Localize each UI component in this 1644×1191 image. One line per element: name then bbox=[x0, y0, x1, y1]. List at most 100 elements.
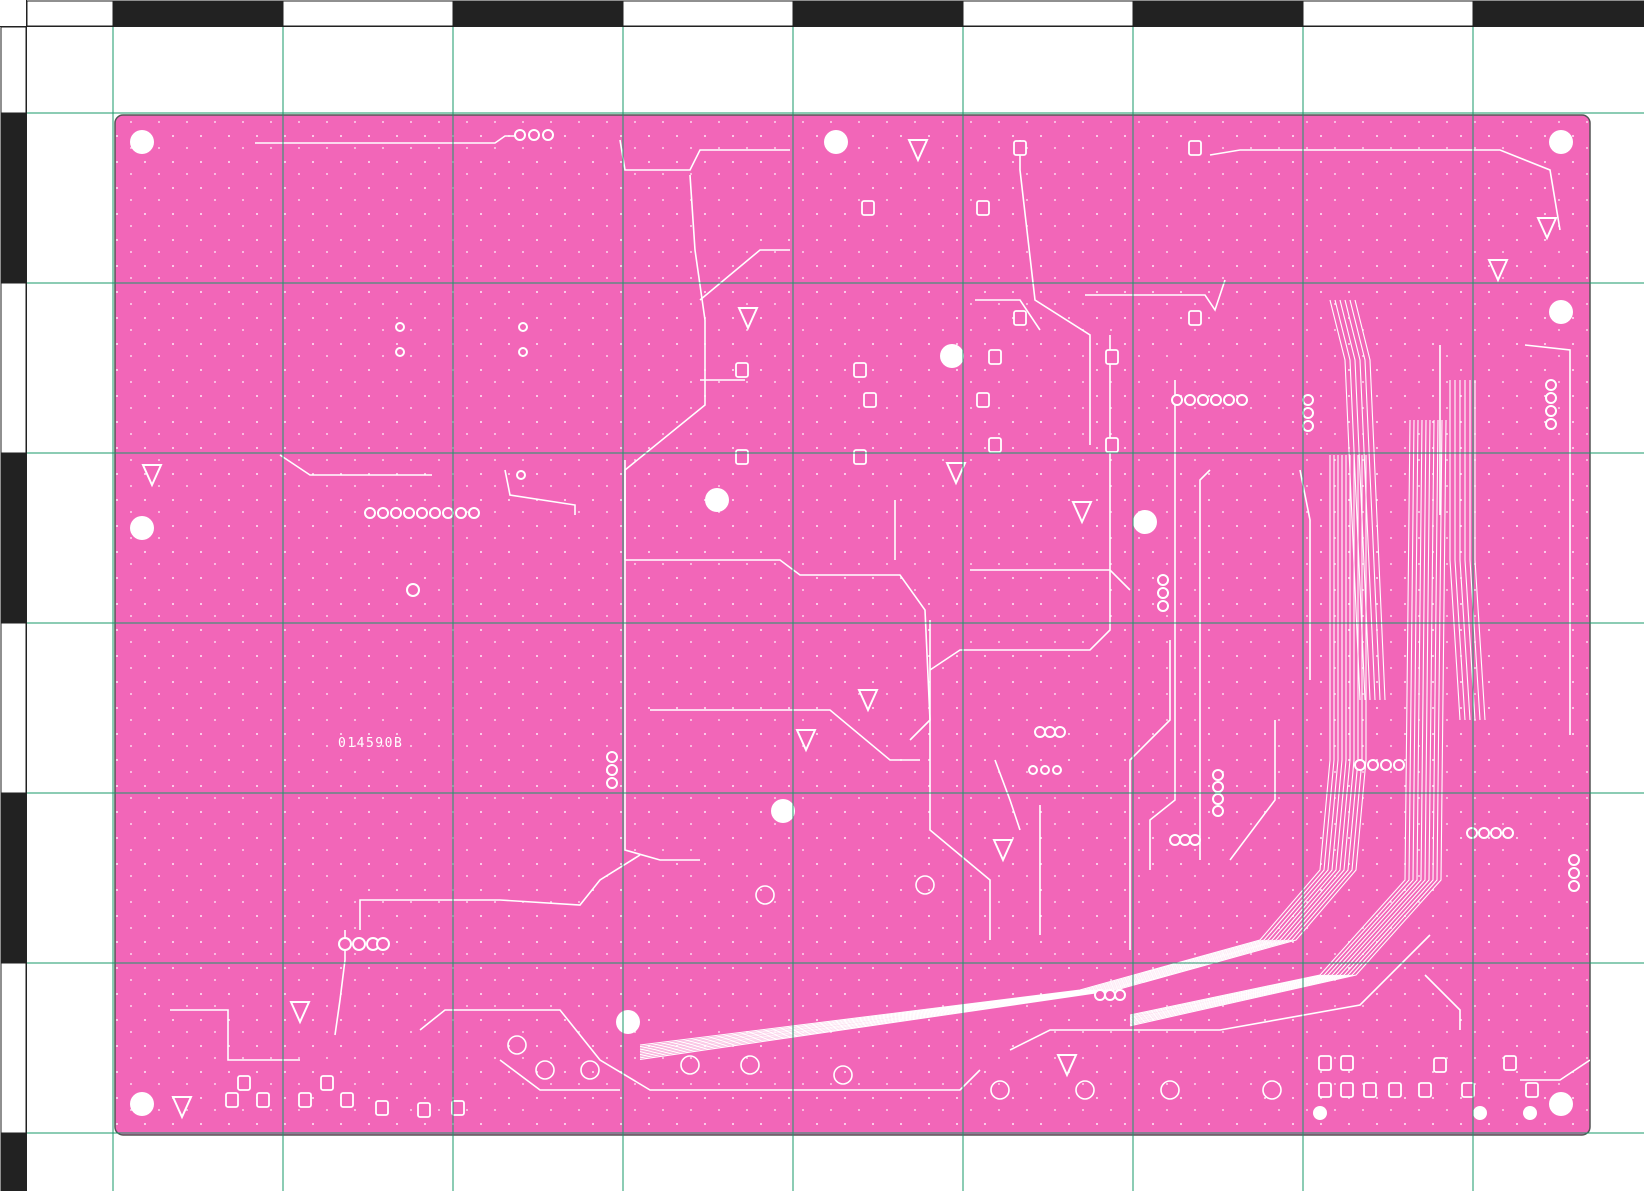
connector-pad bbox=[364, 507, 376, 519]
connector-pad bbox=[1054, 726, 1066, 738]
smd-pad bbox=[1388, 1082, 1402, 1098]
ruler-left-segment bbox=[0, 792, 27, 964]
connector-pad bbox=[1171, 394, 1183, 406]
connector-pad bbox=[1212, 805, 1224, 817]
ruler-left-segment bbox=[0, 962, 27, 1134]
pcb-layer-diagram: 014590B bbox=[0, 0, 1644, 1191]
connector-pad bbox=[376, 937, 390, 951]
mounting-hole bbox=[1523, 1106, 1537, 1120]
smd-pad bbox=[861, 200, 875, 216]
mounting-hole bbox=[1549, 300, 1573, 324]
mounting-hole bbox=[616, 1010, 640, 1034]
connector-pad bbox=[1302, 394, 1314, 406]
mounting-hole bbox=[705, 488, 729, 512]
smd-pad bbox=[1105, 349, 1119, 365]
connector-pad bbox=[1197, 394, 1209, 406]
connector-pad bbox=[377, 507, 389, 519]
connector-pad bbox=[1568, 880, 1580, 892]
connector-pad bbox=[406, 583, 420, 597]
smd-pad bbox=[1340, 1082, 1354, 1098]
board-part-number: 014590B bbox=[338, 736, 403, 751]
mounting-hole bbox=[1549, 1092, 1573, 1116]
connector-pad bbox=[1157, 574, 1169, 586]
connector-pad bbox=[1028, 765, 1038, 775]
ruler-top-segment bbox=[622, 0, 794, 27]
connector-pad bbox=[1545, 418, 1557, 430]
smd-pad bbox=[1363, 1082, 1377, 1098]
mounting-hole bbox=[1133, 510, 1157, 534]
connector-pad bbox=[1354, 759, 1366, 771]
connector-pad bbox=[606, 764, 618, 776]
ruler-top-segment bbox=[792, 0, 964, 27]
smd-pad bbox=[1105, 437, 1119, 453]
smd-pad bbox=[1525, 1082, 1539, 1098]
smd-pad bbox=[1433, 1057, 1447, 1073]
ruler-top-segment bbox=[452, 0, 624, 27]
connector-pad bbox=[1189, 834, 1201, 846]
connector-pad bbox=[1545, 405, 1557, 417]
connector-pad bbox=[1040, 765, 1050, 775]
connector-pad bbox=[1502, 827, 1514, 839]
connector-pad bbox=[1466, 827, 1478, 839]
smd-pad bbox=[340, 1092, 354, 1108]
ruler-left-segment bbox=[0, 622, 27, 794]
connector-pad bbox=[1157, 587, 1169, 599]
connector-pad bbox=[514, 129, 526, 141]
connector-pad bbox=[528, 129, 540, 141]
smd-pad bbox=[988, 349, 1002, 365]
connector-pad bbox=[1302, 407, 1314, 419]
connector-pad bbox=[1094, 989, 1106, 1001]
smd-pad bbox=[237, 1075, 251, 1091]
top-ruler bbox=[0, 0, 1644, 27]
smd-pad bbox=[1461, 1082, 1475, 1098]
connector-pad bbox=[1223, 394, 1235, 406]
connector-pad bbox=[1393, 759, 1405, 771]
connector-pad bbox=[1104, 989, 1116, 1001]
connector-pad bbox=[1179, 834, 1191, 846]
ruler-top-segment bbox=[1302, 0, 1474, 27]
smd-pad bbox=[1013, 140, 1027, 156]
connector-pad bbox=[1380, 759, 1392, 771]
smd-pad bbox=[1188, 140, 1202, 156]
via-pad bbox=[395, 322, 405, 332]
smd-pad bbox=[298, 1092, 312, 1108]
smd-pad bbox=[417, 1102, 431, 1118]
connector-pad bbox=[429, 507, 441, 519]
mounting-hole bbox=[1473, 1106, 1487, 1120]
connector-pad bbox=[390, 507, 402, 519]
ruler-top-segment bbox=[112, 0, 284, 27]
connector-pad bbox=[416, 507, 428, 519]
smd-pad bbox=[976, 392, 990, 408]
via-pad bbox=[518, 347, 528, 357]
connector-pad bbox=[1114, 989, 1126, 1001]
smd-pad bbox=[1188, 310, 1202, 326]
connector-pad bbox=[1545, 379, 1557, 391]
smd-pad bbox=[1318, 1082, 1332, 1098]
ruler-left-segment bbox=[0, 1132, 27, 1191]
via-pad bbox=[518, 322, 528, 332]
smd-pad bbox=[863, 392, 877, 408]
mounting-hole bbox=[824, 130, 848, 154]
connector-pad bbox=[403, 507, 415, 519]
ruler-left-segment bbox=[0, 112, 27, 284]
connector-pad bbox=[1169, 834, 1181, 846]
ruler-top-segment bbox=[1472, 0, 1644, 27]
mounting-hole bbox=[1549, 130, 1573, 154]
connector-pad bbox=[1490, 827, 1502, 839]
connector-pad bbox=[1052, 765, 1062, 775]
mounting-hole bbox=[130, 130, 154, 154]
ruler-left-segment bbox=[0, 452, 27, 624]
connector-pad bbox=[1568, 854, 1580, 866]
connector-pad bbox=[542, 129, 554, 141]
pcb-board bbox=[114, 114, 1591, 1136]
mounting-hole bbox=[1313, 1106, 1327, 1120]
connector-pad bbox=[606, 777, 618, 789]
smd-pad bbox=[1418, 1082, 1432, 1098]
smd-pad bbox=[375, 1100, 389, 1116]
ruler-left-segment bbox=[0, 282, 27, 454]
smd-pad bbox=[735, 362, 749, 378]
connector-pad bbox=[1478, 827, 1490, 839]
smd-pad bbox=[853, 362, 867, 378]
mounting-hole bbox=[771, 799, 795, 823]
via-dot-field bbox=[115, 115, 1590, 1135]
